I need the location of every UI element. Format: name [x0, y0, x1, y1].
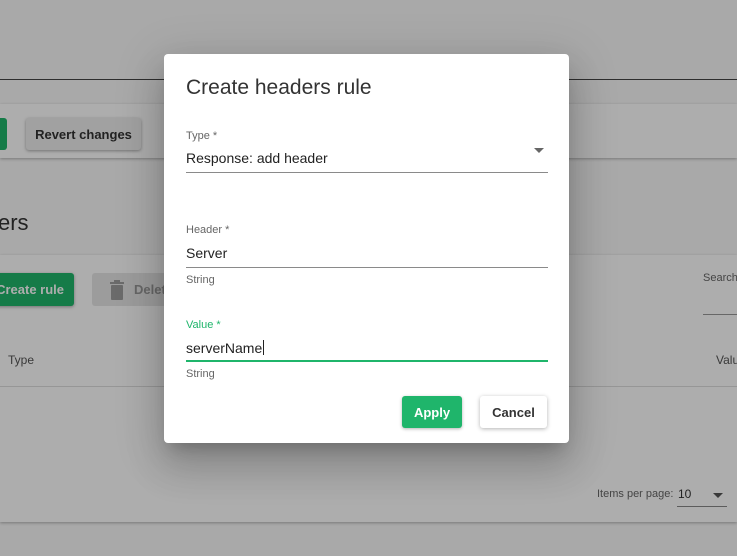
type-label: Type * — [186, 130, 218, 142]
value-input-wrapper[interactable]: serverName — [186, 340, 265, 356]
value-input[interactable]: serverName — [186, 340, 262, 356]
dialog-title: Create headers rule — [186, 76, 372, 99]
cancel-button[interactable]: Cancel — [480, 396, 547, 428]
type-value: Response: add header — [186, 150, 328, 166]
create-headers-rule-dialog: Create headers rule Type * Response: add… — [164, 54, 569, 443]
apply-button[interactable]: Apply — [402, 396, 462, 428]
header-field[interactable]: Header * Server String — [186, 224, 548, 289]
value-underline — [186, 360, 548, 362]
value-field[interactable]: Value * serverName String — [186, 319, 548, 383]
header-input[interactable]: Server — [186, 245, 227, 261]
type-select[interactable]: Type * Response: add header — [186, 128, 548, 174]
type-underline — [186, 172, 548, 173]
header-hint: String — [186, 274, 215, 286]
header-label: Header * — [186, 224, 230, 236]
chevron-down-icon[interactable] — [534, 148, 544, 153]
value-label: Value * — [186, 319, 221, 331]
text-cursor — [263, 340, 265, 355]
value-hint: String — [186, 368, 215, 380]
header-underline — [186, 267, 548, 268]
